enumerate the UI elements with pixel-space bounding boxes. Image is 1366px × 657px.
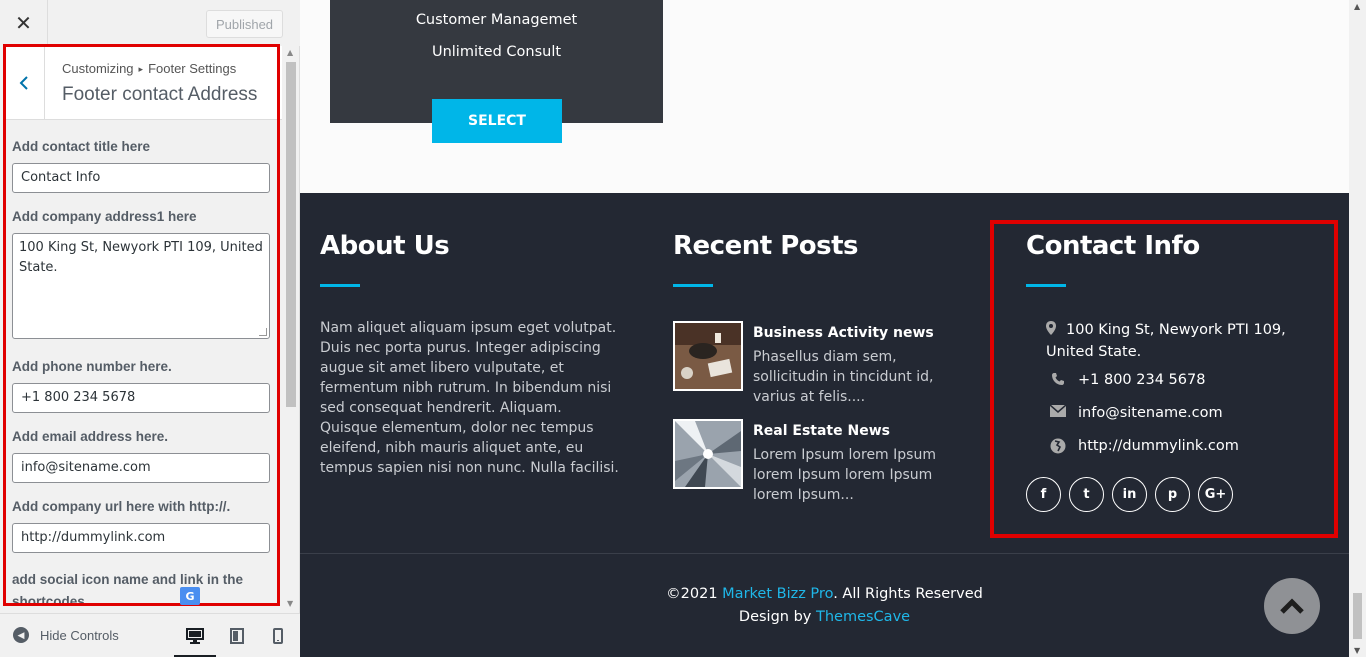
close-icon[interactable]: ✕ [0, 0, 48, 46]
social-label: add social icon name and link in the sho… [12, 572, 244, 604]
contact-title-input[interactable]: Contact Info [12, 163, 270, 193]
design-line: Design by ThemesCave [300, 606, 1349, 629]
scroll-up-icon[interactable]: ▲ [1354, 2, 1360, 11]
site-preview: Customer Managemet Unlimited Consult SEL… [300, 0, 1349, 657]
address-textarea[interactable]: 100 King St, Newyork PTI 109, United Sta… [12, 233, 270, 339]
mobile-preview-icon[interactable] [268, 626, 288, 646]
themescave-link[interactable]: ThemesCave [816, 609, 910, 625]
desktop-preview-icon[interactable] [185, 626, 205, 646]
copyright-line: ©2021 Market Bizz Pro. All Rights Reserv… [300, 583, 1349, 606]
breadcrumb-root: Customizing [62, 61, 134, 76]
design-prefix: Design by [738, 609, 816, 625]
collapse-icon: ◀ [13, 627, 29, 643]
published-button[interactable]: Published [206, 10, 283, 38]
scroll-up-icon[interactable]: ▲ [287, 48, 293, 57]
scrollbar-thumb[interactable] [286, 62, 296, 407]
breadcrumb: Customizing ▸ Footer Settings [62, 61, 236, 76]
brand-link[interactable]: Market Bizz Pro [722, 586, 833, 602]
hide-controls-button[interactable]: ◀ Hide Controls [13, 627, 119, 643]
email-label: Add email address here. [12, 429, 169, 444]
about-heading: About Us [320, 231, 450, 261]
about-text: Nam aliquet aliquam ipsum eget volutpat.… [320, 320, 619, 476]
heading-underline [320, 284, 360, 287]
post-title[interactable]: Business Activity news [753, 325, 934, 341]
address-label: Add company address1 here [12, 209, 197, 224]
pricing-plan: Customer Managemet Unlimited Consult SEL… [330, 0, 663, 143]
post-thumbnail[interactable] [673, 321, 743, 391]
recent-post[interactable]: Business Activity news Phasellus diam se… [673, 321, 973, 405]
scrollbar-thumb[interactable] [1353, 593, 1362, 639]
scroll-down-icon[interactable]: ▼ [1354, 646, 1360, 655]
breadcrumb-parent: Footer Settings [148, 61, 237, 76]
site-footer: About Us Nam aliquet aliquam ipsum eget … [300, 193, 1349, 657]
translate-icon[interactable]: G [180, 587, 200, 605]
breadcrumb-separator: ▸ [138, 64, 144, 74]
section-panel: Customizing ▸ Footer Settings Footer conta… [4, 46, 282, 604]
phone-label: Add phone number here. [12, 359, 172, 374]
plan-feature: Unlimited Consult [431, 44, 562, 60]
back-to-top-icon[interactable] [1264, 578, 1320, 634]
select-button[interactable]: SELECT [432, 99, 562, 143]
customizer-sidebar: ✕ Published Customizing ▸ Footer Settings … [0, 0, 300, 657]
sidebar-scrollbar[interactable]: ▲ ▼ [284, 46, 298, 608]
copyright: ©2021 Market Bizz Pro. All Rights Reserv… [300, 583, 1349, 629]
url-input[interactable]: http://dummylink.com [12, 523, 270, 553]
heading-underline [673, 284, 713, 287]
email-input[interactable]: info@sitename.com [12, 453, 270, 483]
back-icon[interactable] [4, 46, 45, 120]
post-thumbnail[interactable] [673, 419, 743, 489]
copyright-prefix: ©2021 [666, 586, 723, 602]
resize-handle-icon[interactable] [259, 328, 267, 336]
phone-input[interactable]: +1 800 234 5678 [12, 383, 270, 413]
section-title: Footer contact Address [62, 84, 258, 105]
highlight-box-contact [990, 220, 1338, 538]
pricing-section: Customer Managemet Unlimited Consult SEL… [300, 0, 1349, 193]
section-header: Customizing ▸ Footer Settings Footer conta… [4, 46, 282, 120]
tablet-preview-icon[interactable] [227, 626, 247, 646]
copyright-suffix: . All Rights Reserved [833, 586, 983, 602]
url-label: Add company url here with http://. [12, 499, 231, 514]
recent-posts-heading: Recent Posts [673, 231, 859, 261]
hide-controls-label: Hide Controls [40, 627, 119, 643]
scroll-down-icon[interactable]: ▼ [287, 599, 293, 608]
plan-feature: Customer Managemet [415, 12, 578, 28]
footer-divider [300, 553, 1349, 554]
page-scrollbar[interactable]: ▲ ▼ [1349, 0, 1366, 657]
post-excerpt: Lorem Ipsum lorem Ipsum lorem Ipsum lore… [753, 447, 936, 503]
post-title[interactable]: Real Estate News [753, 423, 890, 439]
contact-title-label: Add contact title here [12, 139, 151, 154]
post-excerpt: Phasellus diam sem, sollicitudin in tinc… [753, 349, 934, 405]
recent-post[interactable]: Real Estate News Lorem Ipsum lorem Ipsum… [673, 419, 973, 509]
customizer-header: ✕ Published [0, 0, 300, 46]
customizer-footer: ◀ Hide Controls [0, 613, 300, 657]
address-textarea-value: 100 King St, Newyork PTI 109, United Sta… [19, 240, 263, 275]
